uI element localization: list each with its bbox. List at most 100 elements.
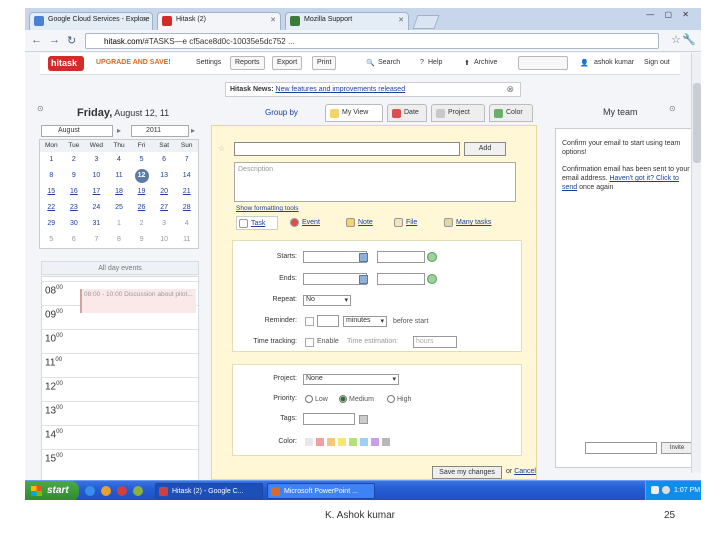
repeat-select[interactable]: No bbox=[303, 295, 351, 306]
priority-high[interactable]: High bbox=[385, 395, 411, 403]
reminder-checkbox[interactable] bbox=[305, 317, 314, 326]
color-swatch[interactable] bbox=[360, 438, 368, 446]
time-tracking-checkbox[interactable] bbox=[305, 338, 314, 347]
calendar-day[interactable]: 10 bbox=[153, 232, 176, 248]
calendar-day[interactable]: 5 bbox=[40, 232, 63, 248]
print-button[interactable]: Print bbox=[312, 56, 337, 70]
tab-my-view[interactable]: My View bbox=[325, 104, 383, 122]
calendar-day[interactable]: 1 bbox=[108, 216, 131, 232]
reminder-unit-select[interactable]: minutes bbox=[343, 316, 387, 327]
calendar-event[interactable]: 08:00 - 10:00 Discussion about pilot... bbox=[80, 289, 196, 313]
collapse-right-icon[interactable]: ⊙ bbox=[669, 104, 676, 113]
calendar-day[interactable]: 23 bbox=[63, 200, 86, 216]
color-swatch[interactable] bbox=[327, 438, 335, 446]
project-select[interactable]: None bbox=[303, 374, 399, 385]
add-button[interactable]: Add bbox=[464, 142, 506, 156]
scrollbar-thumb[interactable] bbox=[693, 83, 701, 163]
start-date-input[interactable] bbox=[303, 251, 367, 263]
signout-link[interactable]: Sign out bbox=[644, 59, 670, 66]
calendar-day[interactable]: 8 bbox=[40, 168, 63, 184]
calendar-day[interactable]: 4 bbox=[175, 216, 198, 232]
back-icon[interactable]: ← bbox=[31, 34, 42, 46]
save-button[interactable]: Save my changes bbox=[432, 466, 502, 479]
reload-icon[interactable]: ↻ bbox=[67, 34, 76, 47]
calendar-day[interactable]: 13 bbox=[153, 168, 176, 184]
calendar-icon[interactable] bbox=[359, 253, 368, 262]
reports-button[interactable]: Reports bbox=[230, 56, 265, 70]
start-button[interactable]: start bbox=[25, 481, 79, 500]
new-tab-button[interactable] bbox=[412, 15, 440, 29]
next-month-icon[interactable]: ▸ bbox=[117, 126, 121, 135]
calendar-day[interactable]: 3 bbox=[85, 152, 108, 168]
description-field[interactable]: Description bbox=[234, 162, 516, 202]
color-swatch[interactable] bbox=[349, 438, 357, 446]
invite-email-input[interactable] bbox=[585, 442, 657, 454]
network-icon[interactable] bbox=[651, 486, 659, 494]
calendar-day[interactable]: 10 bbox=[85, 168, 108, 184]
clock[interactable]: 1:07 PM bbox=[674, 487, 700, 494]
calendar-day[interactable]: 7 bbox=[175, 152, 198, 168]
bookmark-star-icon[interactable]: ☆ bbox=[671, 33, 681, 46]
calendar-icon[interactable] bbox=[359, 275, 368, 284]
calendar-day[interactable]: 31 bbox=[85, 216, 108, 232]
calendar-day[interactable]: 9 bbox=[63, 168, 86, 184]
forward-icon[interactable]: → bbox=[49, 34, 60, 46]
color-swatch[interactable] bbox=[371, 438, 379, 446]
calendar-day[interactable]: 8 bbox=[108, 232, 131, 248]
calendar-day[interactable]: 11 bbox=[175, 232, 198, 248]
calendar-day[interactable]: 22 bbox=[40, 200, 63, 216]
priority-low[interactable]: Low bbox=[303, 395, 328, 403]
type-note[interactable]: Note bbox=[344, 216, 373, 230]
collapse-left-icon[interactable]: ⊙ bbox=[37, 104, 44, 113]
wrench-icon[interactable]: 🔧 bbox=[682, 33, 696, 46]
upgrade-link[interactable]: UPGRADE AND SAVE! bbox=[96, 59, 171, 66]
hour-row[interactable]: 1200 bbox=[42, 377, 200, 401]
window-controls[interactable]: — ▢ ✕ bbox=[646, 10, 693, 19]
calendar-day-today[interactable]: 12 bbox=[130, 168, 153, 184]
browser-tab-3[interactable]: Mozilla Support ✕ bbox=[285, 12, 409, 30]
priority-medium[interactable]: Medium bbox=[337, 395, 374, 403]
calendar-day[interactable]: 20 bbox=[153, 184, 176, 200]
end-time-input[interactable] bbox=[377, 273, 425, 285]
month-select[interactable]: August bbox=[41, 125, 113, 137]
calendar-day[interactable]: 6 bbox=[153, 152, 176, 168]
color-swatch[interactable] bbox=[382, 438, 390, 446]
title-input[interactable] bbox=[234, 142, 460, 156]
calendar-day[interactable]: 7 bbox=[85, 232, 108, 248]
scrollbar[interactable] bbox=[691, 53, 701, 473]
browser-tab-2[interactable]: Hitask (2) ✕ bbox=[157, 12, 281, 30]
calendar-day[interactable]: 5 bbox=[130, 152, 153, 168]
cancel-link[interactable]: Cancel bbox=[514, 468, 536, 475]
calendar-day[interactable]: 11 bbox=[108, 168, 131, 184]
color-swatch[interactable] bbox=[305, 438, 313, 446]
calendar-day[interactable]: 9 bbox=[130, 232, 153, 248]
help-icon[interactable]: ? bbox=[420, 59, 424, 66]
user-name[interactable]: ashok kumar bbox=[594, 59, 634, 66]
calendar-day[interactable]: 27 bbox=[153, 200, 176, 216]
end-date-input[interactable] bbox=[303, 273, 367, 285]
hour-row[interactable]: 1000 bbox=[42, 329, 200, 353]
calendar-day[interactable]: 30 bbox=[63, 216, 86, 232]
chrome-icon[interactable] bbox=[117, 486, 127, 496]
hour-row[interactable]: 1400 bbox=[42, 425, 200, 449]
hour-row[interactable]: 1300 bbox=[42, 401, 200, 425]
calendar-day[interactable]: 16 bbox=[63, 184, 86, 200]
close-icon[interactable]: ✕ bbox=[142, 16, 148, 24]
color-swatch[interactable] bbox=[338, 438, 346, 446]
address-bar[interactable]: hitask.com/#TASKS—e cf5ace8d0c-10035e5dc… bbox=[85, 33, 659, 49]
tab-project[interactable]: Project bbox=[431, 104, 485, 122]
volume-icon[interactable] bbox=[662, 486, 670, 494]
close-icon[interactable]: ✕ bbox=[270, 16, 276, 24]
calendar-day[interactable]: 1 bbox=[40, 152, 63, 168]
firefox-icon[interactable] bbox=[101, 486, 111, 496]
calendar-day[interactable]: 29 bbox=[40, 216, 63, 232]
clock-icon[interactable] bbox=[427, 274, 437, 284]
next-year-icon[interactable]: ▸ bbox=[191, 126, 195, 135]
hitask-logo[interactable]: hitask bbox=[48, 56, 84, 71]
news-link[interactable]: New features and improvements released bbox=[276, 86, 406, 93]
help-link[interactable]: Help bbox=[428, 59, 442, 66]
ie-icon[interactable] bbox=[85, 486, 95, 496]
browser-tab-1[interactable]: Google Cloud Services - Explore ✕ bbox=[29, 12, 153, 30]
invite-button[interactable]: Invite bbox=[661, 442, 693, 454]
reminder-amount-input[interactable] bbox=[317, 315, 339, 327]
